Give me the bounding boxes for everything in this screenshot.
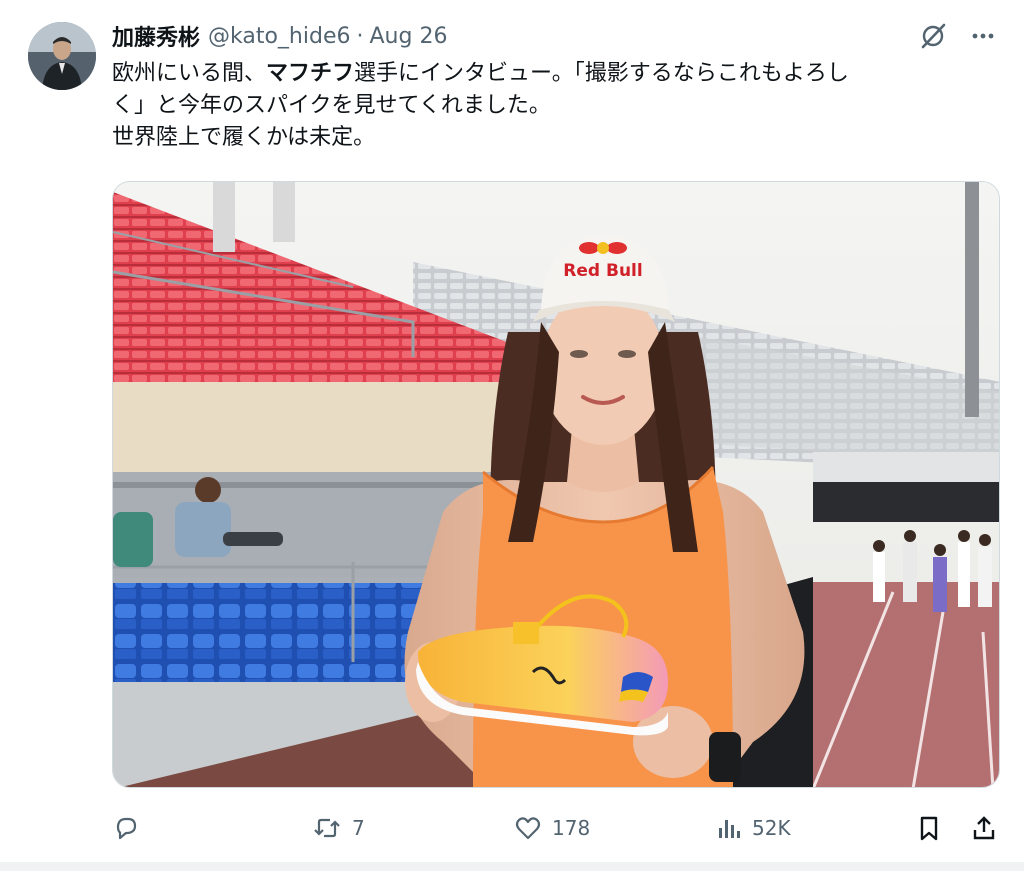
avatar[interactable] (28, 22, 96, 90)
tweet-text-segment: 選手にインタビュー。「撮影するならこれもよろし (354, 61, 849, 86)
tweet-text-line-1: 欧州にいる間、マフチフ選手にインタビュー。「撮影するならこれもよろし (112, 58, 992, 90)
separator-dot: · (356, 23, 364, 49)
views-button[interactable]: 52K (716, 808, 791, 848)
tweet-text-bold: マフチフ (266, 61, 355, 86)
cap-logo-text: Red Bull (563, 261, 642, 281)
bookmark-icon (920, 816, 938, 841)
tweet-date[interactable]: Aug 26 (370, 24, 448, 49)
tweet-text-line-2: く」と今年のスパイクを見せてくれました。 (112, 93, 551, 118)
grok-icon[interactable] (918, 21, 948, 51)
share-icon (973, 816, 995, 840)
bottom-divider (0, 862, 1024, 871)
views-icon (719, 820, 740, 838)
tweet-text: 欧州にいる間、マフチフ選手にインタビュー。「撮影するならこれもよろし く」と今年… (112, 58, 992, 154)
tweet-text-segment: 欧州にいる間、 (112, 61, 267, 86)
tweet: 加藤秀彬 @kato_hide6 · Aug 26 欧州にいる間、マフチフ選手に… (0, 0, 1024, 871)
reply-icon (116, 817, 137, 840)
retweet-count: 7 (352, 816, 365, 840)
author-handle[interactable]: @kato_hide6 (208, 24, 350, 49)
tweet-action-bar: 7 178 52K (112, 808, 1002, 848)
tweet-text-line-3: 世界陸上で履くかは未定。 (112, 125, 376, 150)
views-count: 52K (752, 816, 791, 840)
share-button[interactable] (970, 808, 998, 848)
tweet-media-photo[interactable]: Red Bull (112, 181, 1000, 788)
top-icons (918, 20, 998, 52)
retweet-icon (314, 818, 340, 838)
author-name[interactable]: 加藤秀彬 (112, 20, 200, 52)
retweet-button[interactable]: 7 (312, 808, 365, 848)
reply-button[interactable] (112, 808, 140, 848)
like-count: 178 (552, 816, 591, 840)
like-button[interactable]: 178 (514, 808, 590, 848)
more-icon[interactable] (968, 21, 998, 51)
tweet-header: 加藤秀彬 @kato_hide6 · Aug 26 (112, 20, 447, 52)
heart-icon (515, 817, 541, 840)
bookmark-button[interactable] (916, 808, 942, 848)
